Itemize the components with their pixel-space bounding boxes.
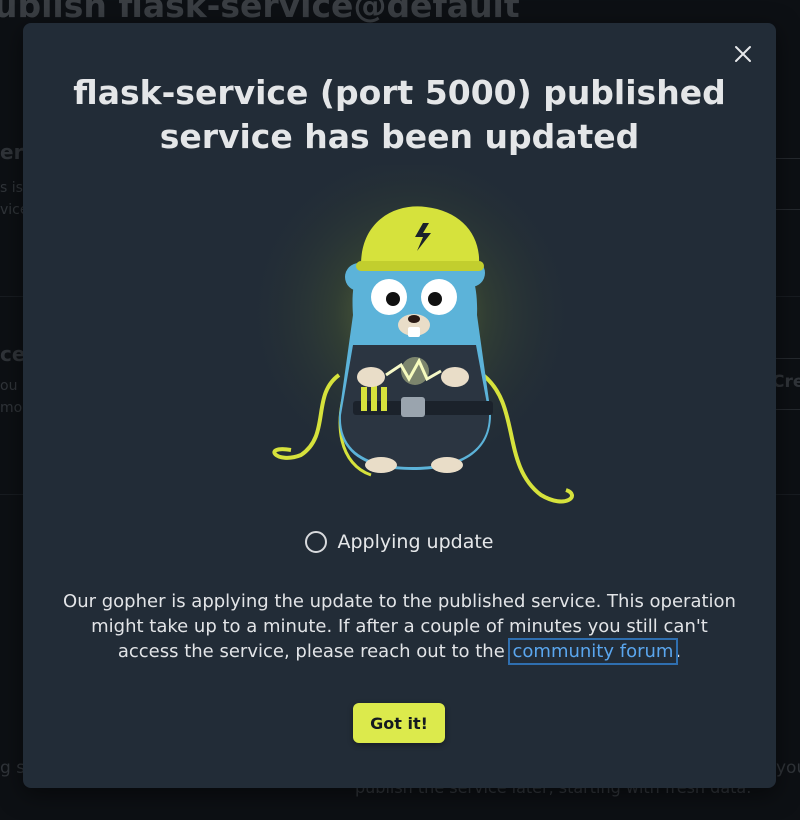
dialog-title: flask-service (port 5000) published serv… bbox=[73, 73, 726, 156]
description-suffix: . bbox=[675, 641, 682, 662]
spinner-icon bbox=[305, 531, 328, 553]
gopher-electrician-illustration bbox=[241, 165, 581, 504]
dialog-description: Our gopher is applying the update to the… bbox=[63, 589, 736, 665]
community-forum-link[interactable]: community forum bbox=[507, 638, 679, 665]
status-text: Applying update bbox=[337, 531, 494, 553]
got-it-button[interactable]: Got it! bbox=[353, 703, 445, 743]
update-status: Applying update bbox=[23, 531, 776, 553]
close-icon bbox=[735, 46, 751, 62]
publish-updated-dialog: flask-service (port 5000) published serv… bbox=[23, 23, 776, 788]
close-button[interactable] bbox=[728, 39, 758, 69]
